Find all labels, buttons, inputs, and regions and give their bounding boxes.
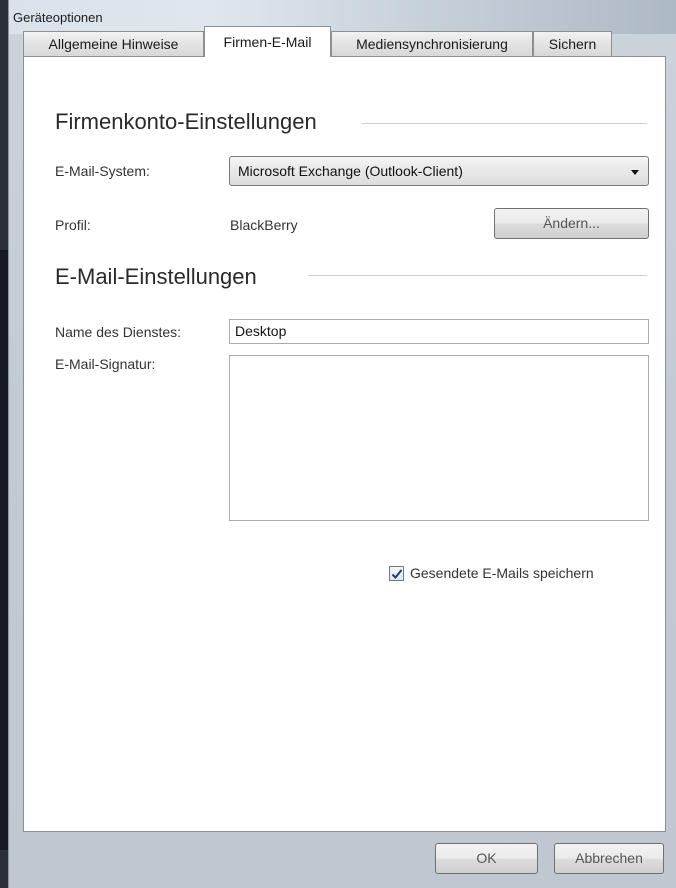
checkmark-icon [391, 569, 403, 579]
email-system-label: E-Mail-System: [55, 163, 150, 179]
company-account-settings-heading: Firmenkonto-Einstellungen [55, 109, 317, 134]
section-divider [308, 275, 647, 276]
email-system-value: Microsoft Exchange (Outlook-Client) [238, 163, 463, 179]
section-divider [362, 123, 647, 124]
save-sent-emails-checkbox[interactable] [389, 566, 404, 581]
tab-media-sync[interactable]: Mediensynchronisierung [331, 31, 533, 56]
cancel-button[interactable]: Abbrechen [554, 843, 664, 874]
tab-backup[interactable]: Sichern [533, 31, 612, 56]
change-profile-button[interactable]: Ändern... [494, 208, 649, 239]
title-bar: Geräteoptionen [9, 0, 676, 34]
window-title: Geräteoptionen [13, 10, 103, 25]
desktop-edge [0, 0, 8, 888]
save-sent-emails-label: Gesendete E-Mails speichern [410, 565, 594, 581]
tab-company-email[interactable]: Firmen-E-Mail [204, 26, 331, 57]
email-settings-heading: E-Mail-Einstellungen [55, 264, 257, 289]
profile-value: BlackBerry [230, 217, 298, 233]
ok-button[interactable]: OK [435, 843, 538, 874]
service-name-label: Name des Dienstes: [55, 324, 182, 340]
profile-label: Profil: [55, 217, 91, 233]
tab-general-notifications[interactable]: Allgemeine Hinweise [23, 31, 204, 56]
tab-panel-company-email: Firmenkonto-Einstellungen E-Mail-System:… [23, 56, 666, 832]
device-options-dialog: Geräteoptionen Allgemeine Hinweise Firme… [8, 0, 676, 888]
chevron-down-icon [631, 170, 639, 175]
email-signature-label: E-Mail-Signatur: [55, 356, 156, 372]
service-name-input[interactable]: Desktop [229, 319, 649, 344]
email-signature-textarea[interactable] [229, 355, 649, 521]
email-system-dropdown[interactable]: Microsoft Exchange (Outlook-Client) [229, 156, 649, 186]
